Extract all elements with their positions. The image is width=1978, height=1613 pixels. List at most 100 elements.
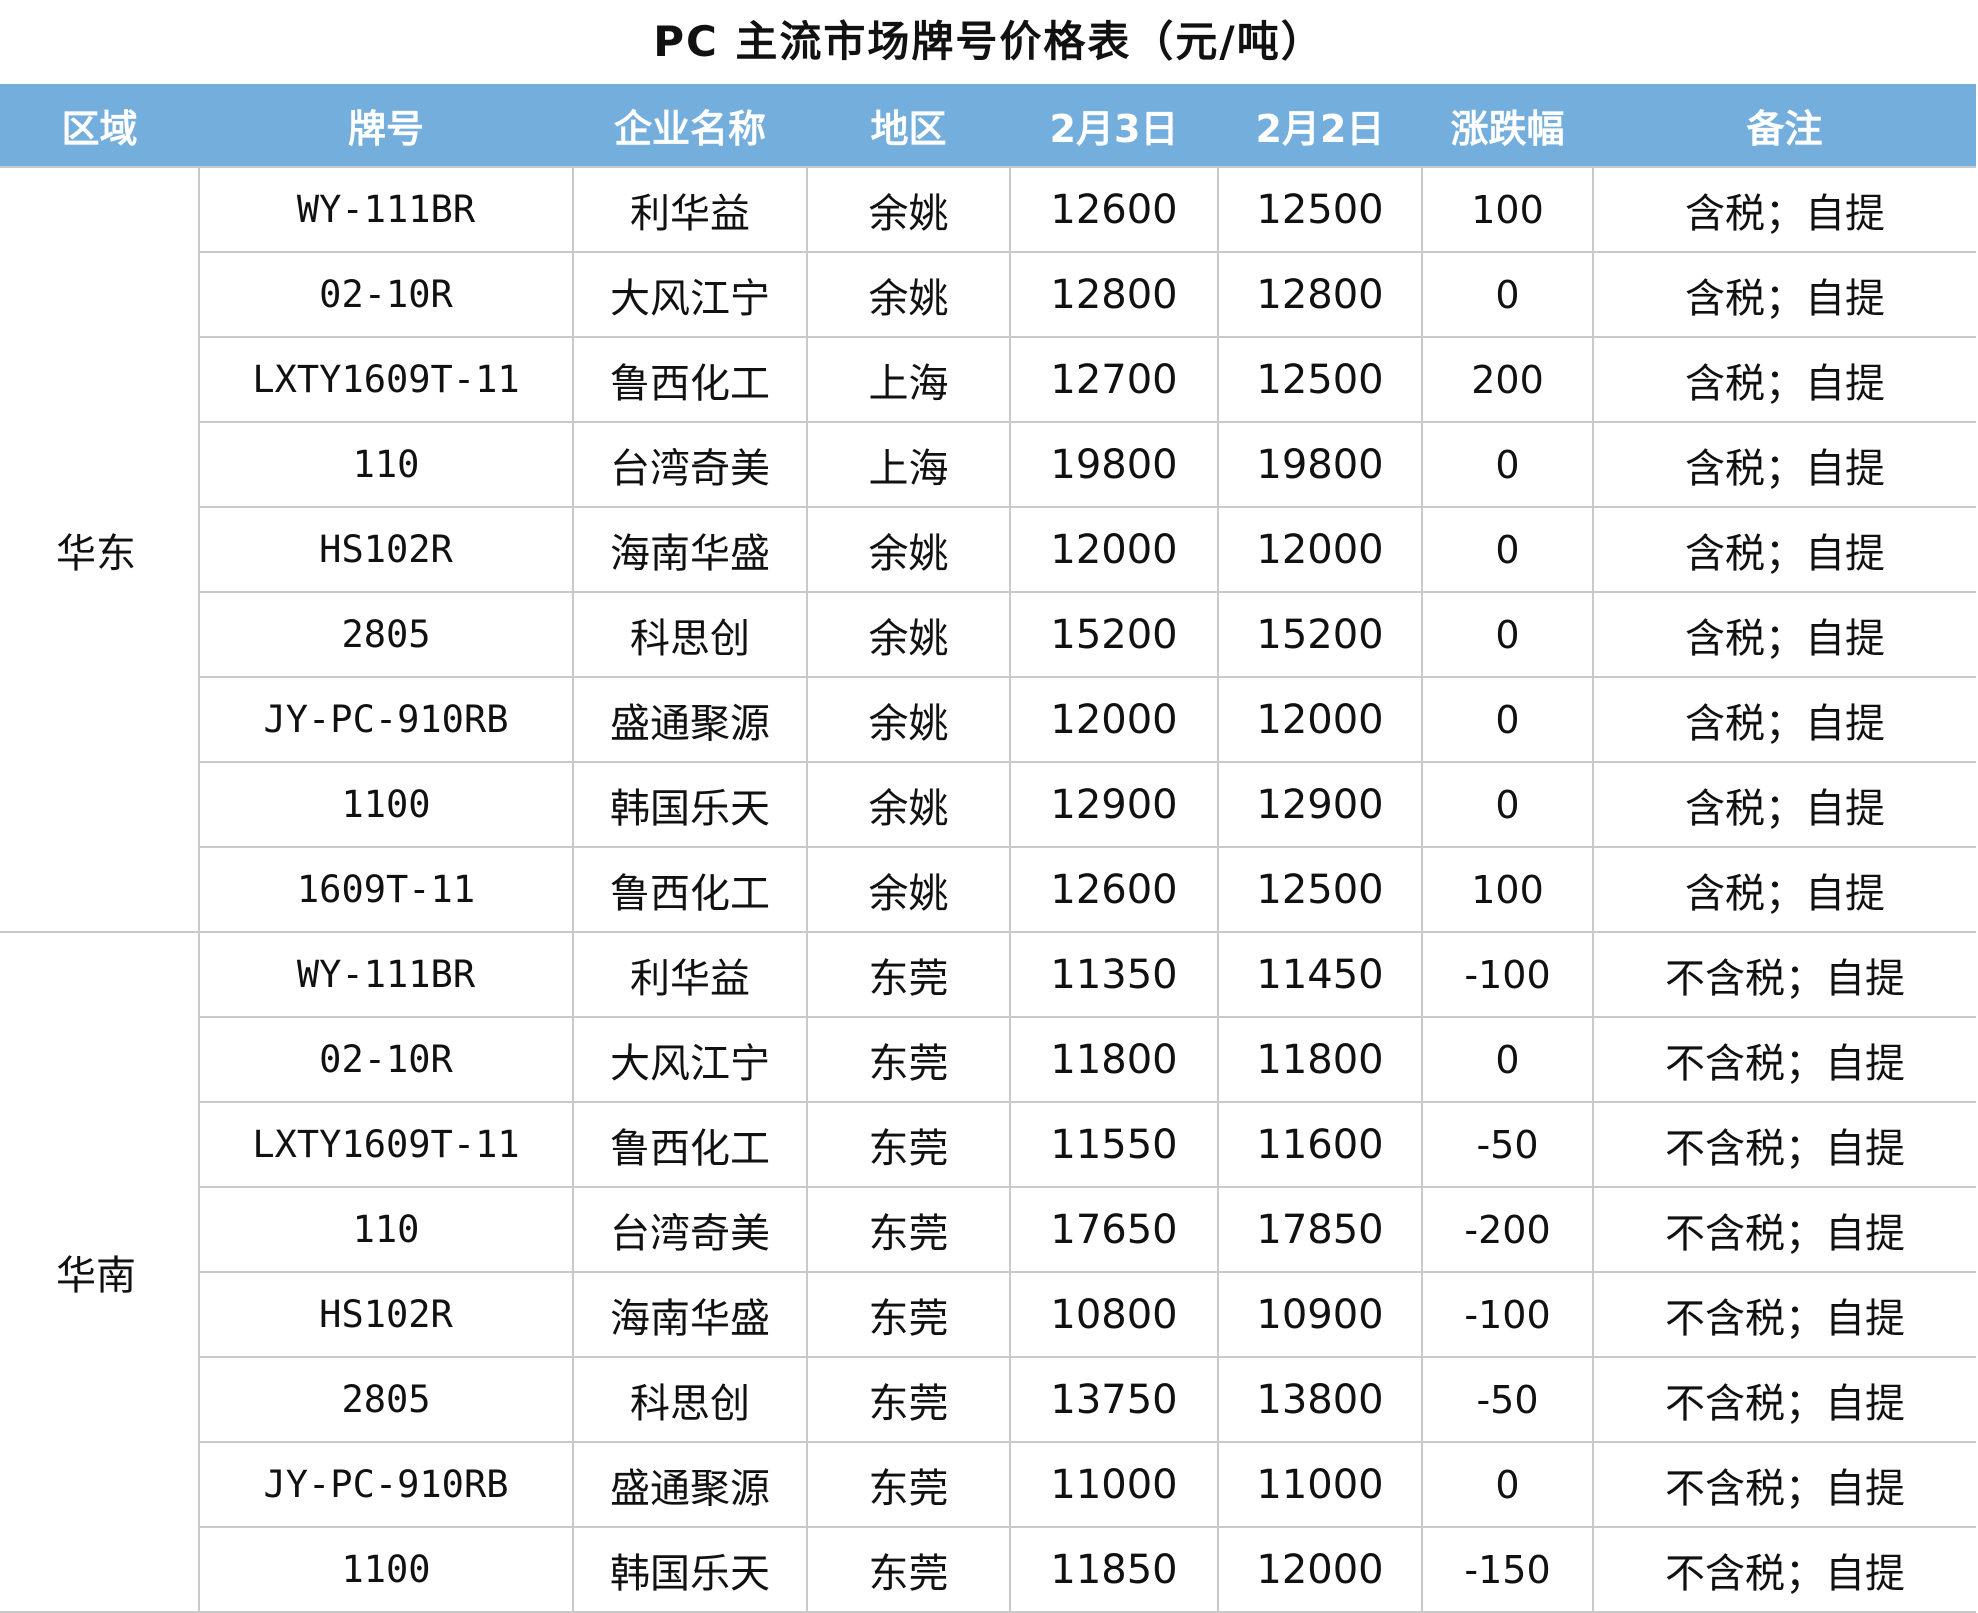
- price-feb3-cell: 12000: [1009, 506, 1219, 593]
- note-cell: 含税；自提: [1592, 761, 1976, 848]
- price-feb2-cell: 12900: [1217, 761, 1423, 848]
- grade-cell: HS102R: [199, 1271, 574, 1358]
- note-cell: 不含税；自提: [1592, 1271, 1976, 1358]
- change-cell: -150: [1421, 1526, 1594, 1613]
- change-cell: 100: [1421, 166, 1594, 253]
- table-row: 110 台湾奇美 上海 19800 19800 0 含税；自提: [0, 421, 1976, 508]
- table-row: JY-PC-910RB 盛通聚源 余姚 12000 12000 0 含税；自提: [0, 676, 1976, 763]
- note-cell: 含税；自提: [1592, 591, 1976, 678]
- area-cell: 余姚: [806, 506, 1011, 593]
- company-cell: 盛通聚源: [572, 676, 808, 763]
- grade-cell: 1100: [199, 1526, 574, 1613]
- note-cell: 不含税；自提: [1592, 1101, 1976, 1188]
- price-feb3-cell: 19800: [1009, 421, 1219, 508]
- note-cell: 含税；自提: [1592, 336, 1976, 423]
- grade-cell: JY-PC-910RB: [199, 1441, 574, 1528]
- note-cell: 不含税；自提: [1592, 1016, 1976, 1103]
- price-feb3-cell: 11350: [1009, 931, 1219, 1018]
- header-region: 区域: [0, 84, 199, 167]
- company-cell: 科思创: [572, 1356, 808, 1443]
- company-cell: 台湾奇美: [572, 421, 808, 508]
- price-feb3-cell: 13750: [1009, 1356, 1219, 1443]
- table-row: 1609T-11 鲁西化工 余姚 12600 12500 100 含税；自提: [0, 846, 1976, 933]
- price-feb2-cell: 11600: [1217, 1101, 1423, 1188]
- header-date-feb2: 2月2日: [1218, 84, 1422, 167]
- header-area: 地区: [807, 84, 1010, 167]
- price-feb2-cell: 12000: [1217, 506, 1423, 593]
- note-cell: 不含税；自提: [1592, 931, 1976, 1018]
- grade-cell: 02-10R: [199, 251, 574, 338]
- grade-cell: HS102R: [199, 506, 574, 593]
- header-change: 涨跌幅: [1422, 84, 1593, 167]
- area-cell: 上海: [806, 421, 1011, 508]
- region-cell: 华南: [0, 931, 200, 1613]
- change-cell: -200: [1421, 1186, 1594, 1273]
- price-feb2-cell: 12000: [1217, 676, 1423, 763]
- price-table: 区域 牌号 企业名称 地区 2月3日 2月2日 涨跌幅 备注 华东 WY-111B…: [0, 84, 1976, 1613]
- change-cell: 200: [1421, 336, 1594, 423]
- price-feb2-cell: 12500: [1217, 846, 1423, 933]
- change-cell: -50: [1421, 1101, 1594, 1188]
- table-row: 2805 科思创 东莞 13750 13800 -50 不含税；自提: [0, 1356, 1976, 1443]
- area-cell: 余姚: [806, 846, 1011, 933]
- table-row: 02-10R 大风江宁 余姚 12800 12800 0 含税；自提: [0, 251, 1976, 338]
- header-date-feb3: 2月3日: [1010, 84, 1218, 167]
- table-row: LXTY1609T-11 鲁西化工 东莞 11550 11600 -50 不含税；自提: [0, 1101, 1976, 1188]
- note-cell: 含税；自提: [1592, 846, 1976, 933]
- price-feb3-cell: 11800: [1009, 1016, 1219, 1103]
- change-cell: 0: [1421, 251, 1594, 338]
- note-cell: 不含税；自提: [1592, 1186, 1976, 1273]
- company-cell: 海南华盛: [572, 1271, 808, 1358]
- change-cell: 0: [1421, 1441, 1594, 1528]
- area-cell: 东莞: [806, 1526, 1011, 1613]
- grade-cell: 1100: [199, 761, 574, 848]
- price-feb2-cell: 11800: [1217, 1016, 1423, 1103]
- area-cell: 东莞: [806, 1441, 1011, 1528]
- note-cell: 含税；自提: [1592, 166, 1976, 253]
- table-row: HS102R 海南华盛 东莞 10800 10900 -100 不含税；自提: [0, 1271, 1976, 1358]
- change-cell: 100: [1421, 846, 1594, 933]
- page-title: PC 主流市场牌号价格表（元/吨）: [653, 17, 1325, 66]
- company-cell: 科思创: [572, 591, 808, 678]
- company-cell: 鲁西化工: [572, 1101, 808, 1188]
- header-company: 企业名称: [573, 84, 807, 167]
- company-cell: 鲁西化工: [572, 336, 808, 423]
- price-feb2-cell: 11000: [1217, 1441, 1423, 1528]
- table-row: 02-10R 大风江宁 东莞 11800 11800 0 不含税；自提: [0, 1016, 1976, 1103]
- company-cell: 大风江宁: [572, 1016, 808, 1103]
- company-cell: 韩国乐天: [572, 1526, 808, 1613]
- change-cell: 0: [1421, 591, 1594, 678]
- note-cell: 含税；自提: [1592, 506, 1976, 593]
- area-cell: 东莞: [806, 1271, 1011, 1358]
- change-cell: 0: [1421, 761, 1594, 848]
- table-header-row: 区域 牌号 企业名称 地区 2月3日 2月2日 涨跌幅 备注: [0, 84, 1976, 167]
- price-feb3-cell: 10800: [1009, 1271, 1219, 1358]
- table-row: 2805 科思创 余姚 15200 15200 0 含税；自提: [0, 591, 1976, 678]
- price-feb2-cell: 15200: [1217, 591, 1423, 678]
- table-body: 华东 WY-111BR 利华益 余姚 12600 12500 100 含税；自提 02-10R 大…: [0, 166, 1976, 1613]
- price-feb3-cell: 11000: [1009, 1441, 1219, 1528]
- grade-cell: 110: [199, 421, 574, 508]
- price-feb2-cell: 17850: [1217, 1186, 1423, 1273]
- grade-cell: LXTY1609T-11: [199, 1101, 574, 1188]
- price-feb3-cell: 12800: [1009, 251, 1219, 338]
- price-feb3-cell: 12600: [1009, 846, 1219, 933]
- header-grade: 牌号: [199, 84, 573, 167]
- price-table-page: PC 主流市场牌号价格表（元/吨） 区域 牌号 企业名称 地区 2月3日 2月2…: [0, 0, 1978, 1613]
- price-feb3-cell: 11550: [1009, 1101, 1219, 1188]
- company-cell: 盛通聚源: [572, 1441, 808, 1528]
- grade-cell: 110: [199, 1186, 574, 1273]
- note-cell: 不含税；自提: [1592, 1526, 1976, 1613]
- table-row: LXTY1609T-11 鲁西化工 上海 12700 12500 200 含税；自提: [0, 336, 1976, 423]
- company-cell: 台湾奇美: [572, 1186, 808, 1273]
- note-cell: 含税；自提: [1592, 676, 1976, 763]
- price-feb2-cell: 19800: [1217, 421, 1423, 508]
- grade-cell: 2805: [199, 1356, 574, 1443]
- table-row: JY-PC-910RB 盛通聚源 东莞 11000 11000 0 不含税；自提: [0, 1441, 1976, 1528]
- area-cell: 东莞: [806, 1101, 1011, 1188]
- company-cell: 大风江宁: [572, 251, 808, 338]
- price-feb2-cell: 11450: [1217, 931, 1423, 1018]
- company-cell: 利华益: [572, 931, 808, 1018]
- table-row: 1100 韩国乐天 余姚 12900 12900 0 含税；自提: [0, 761, 1976, 848]
- price-feb2-cell: 12500: [1217, 336, 1423, 423]
